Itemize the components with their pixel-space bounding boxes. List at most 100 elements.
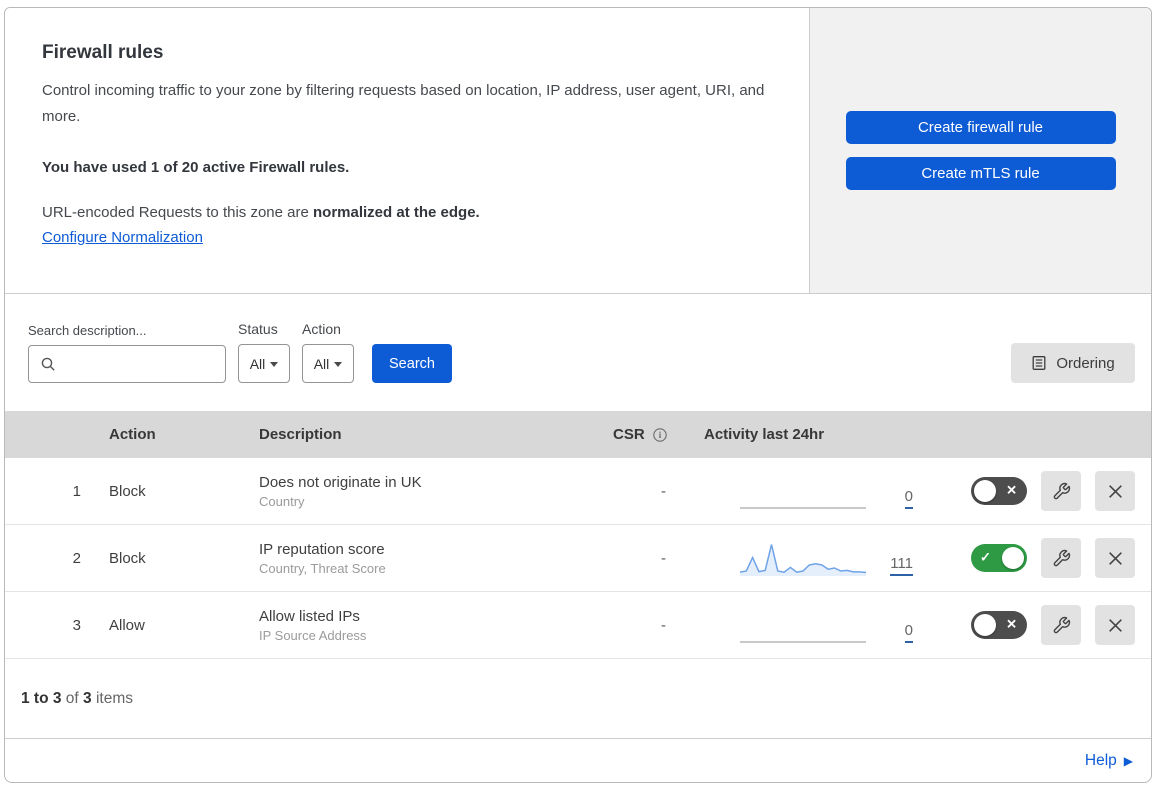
activity-count-link[interactable]: 111 [890,555,913,576]
rule-description-cell: IP reputation score Country, Threat Scor… [259,541,601,576]
activity-cell: 0 [740,607,913,643]
close-icon [1107,617,1124,634]
normalization-bold: normalized at the edge. [313,203,480,221]
summary-of: of [61,689,84,707]
summary-items: items [91,689,133,707]
toggle-knob [1002,547,1024,569]
check-icon: ✓ [980,549,991,565]
table-row: 1 Block Does not originate in UK Country… [5,458,1151,525]
description-column-header: Description [259,426,342,443]
x-mark-icon: ✕ [1006,482,1017,498]
overview-section: Firewall rules Control incoming traffic … [5,8,1151,294]
normalization-prefix: URL-encoded Requests to this zone are [42,203,313,221]
search-button[interactable]: Search [372,344,452,383]
firewall-rules-page: Firewall rules Control incoming traffic … [0,0,1161,791]
activity-cell: 111 [740,540,913,576]
usage-notice: You have used 1 of 20 active Firewall ru… [42,158,350,176]
table-row: 2 Block IP reputation score Country, Thr… [5,525,1151,592]
page-description: Control incoming traffic to your zone by… [42,82,765,126]
edit-rule-button[interactable] [1041,605,1081,645]
table-row: 3 Allow Allow listed IPs IP Source Addre… [5,592,1151,659]
wrench-icon [1052,482,1071,501]
csr-column-header: CSR i [601,426,701,443]
filter-bar: Search description... Status All Action [5,294,1151,411]
info-icon[interactable]: i [652,427,668,443]
rule-action: Block [109,482,146,500]
chevron-down-icon [270,362,279,367]
rule-priority: 2 [72,549,81,567]
wrench-icon [1052,616,1071,635]
status-dropdown-value: All [249,355,266,372]
status-filter-group: Status All [238,321,290,383]
toggle-knob [974,614,996,636]
configure-normalization-link[interactable]: Configure Normalization [42,229,203,246]
ordering-button-label: Ordering [1056,354,1115,372]
rule-description: Allow listed IPs [259,607,360,625]
action-label: Action [302,321,341,337]
action-column-header: Action [109,426,156,443]
enable-toggle[interactable]: ✓ ✕ [971,544,1027,572]
activity-count-link[interactable]: 0 [904,622,913,643]
page-title: Firewall rules [42,42,164,63]
activity-count-link[interactable]: 0 [904,488,913,509]
close-icon [1107,483,1124,500]
status-label: Status [238,321,278,337]
svg-text:i: i [658,430,661,440]
rule-csr-value: - [661,549,666,567]
search-group: Search description... [28,323,245,383]
edit-rule-button[interactable] [1041,471,1081,511]
enable-toggle[interactable]: ✓ ✕ [971,477,1027,505]
rule-csr-value: - [661,616,666,634]
chevron-down-icon [334,362,343,367]
table-header: Action Description CSR i Activity last 2… [5,411,1151,458]
rule-action: Block [109,549,146,567]
rule-priority: 3 [72,616,81,634]
summary-total: 3 [83,689,92,707]
action-dropdown[interactable]: All [302,344,354,383]
rule-action: Allow [109,616,145,634]
rule-description: IP reputation score [259,540,385,558]
rule-csr-value: - [661,482,666,500]
rule-match-fields: Country [259,493,305,509]
rule-priority: 1 [72,482,81,500]
activity-sparkline [740,544,866,576]
normalization-text: URL-encoded Requests to this zone are no… [42,204,769,221]
rule-match-fields: IP Source Address [259,627,367,643]
search-icon [40,356,56,372]
help-row: Help ▶ [5,739,1151,782]
ordering-button[interactable]: Ordering [1011,343,1135,383]
create-mtls-rule-button[interactable]: Create mTLS rule [845,157,1116,190]
delete-rule-button[interactable] [1095,605,1135,645]
help-link[interactable]: Help ▶ [1085,752,1133,770]
search-box [28,345,245,383]
action-dropdown-value: All [313,355,330,372]
list-icon [1031,355,1047,371]
edit-rule-button[interactable] [1041,538,1081,578]
help-link-label: Help [1084,751,1117,769]
actions-panel: Create firewall rule Create mTLS rule [810,8,1151,293]
enable-toggle[interactable]: ✓ ✕ [971,611,1027,639]
summary-range: 1 to 3 [21,689,62,707]
pagination-summary: 1 to 3 of 3 items [5,659,1151,739]
activity-flatline [740,473,866,509]
rule-match-fields: Country, Threat Score [259,560,386,576]
search-label: Search description... [28,323,147,338]
overview-text-panel: Firewall rules Control incoming traffic … [5,8,810,293]
activity-flatline [740,607,866,643]
firewall-rules-card: Firewall rules Control incoming traffic … [4,7,1152,783]
rule-description: Does not originate in UK [259,473,422,491]
delete-rule-button[interactable] [1095,538,1135,578]
rule-description-cell: Allow listed IPs IP Source Address [259,608,601,643]
delete-rule-button[interactable] [1095,471,1135,511]
search-input[interactable] [64,346,245,382]
action-filter-group: Action All [302,321,354,383]
rule-description-cell: Does not originate in UK Country [259,474,601,509]
close-icon [1107,550,1124,567]
create-firewall-rule-button[interactable]: Create firewall rule [845,111,1116,144]
csr-header-label: CSR [613,426,645,443]
activity-column-header: Activity last 24hr [704,426,825,443]
x-mark-icon: ✕ [1006,616,1017,632]
wrench-icon [1052,549,1071,568]
status-dropdown[interactable]: All [238,344,290,383]
activity-cell: 0 [740,473,913,509]
